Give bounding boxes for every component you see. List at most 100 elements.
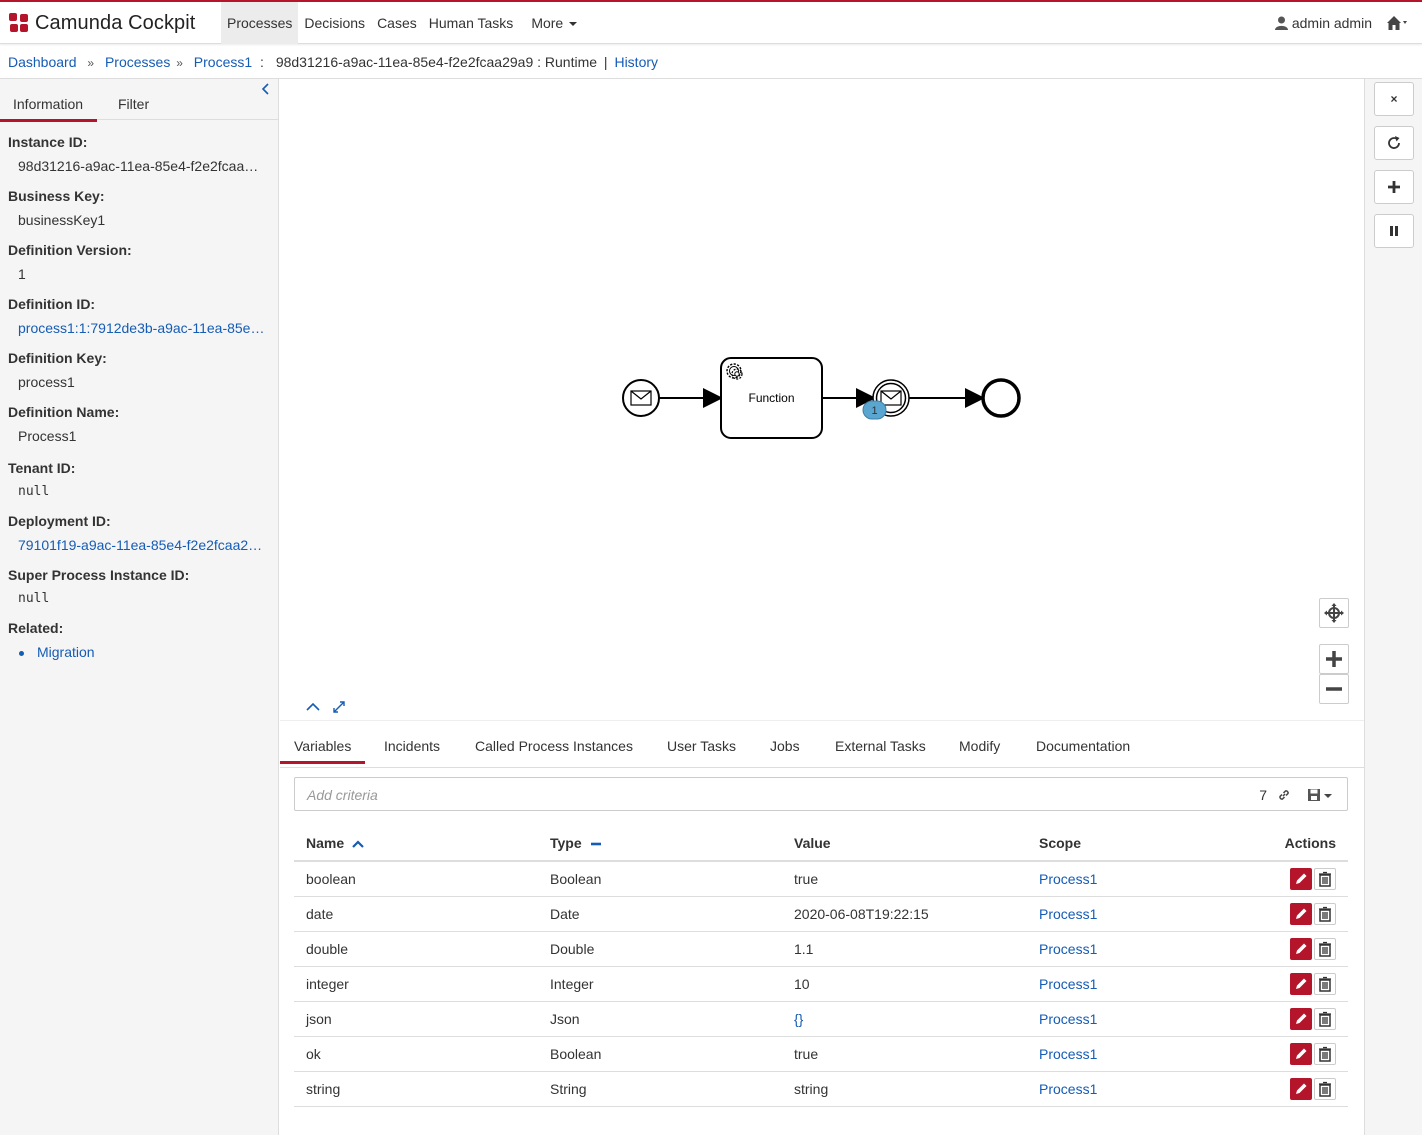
nav-decisions[interactable]: Decisions [298, 2, 371, 44]
pencil-icon [1296, 1048, 1307, 1059]
column-name[interactable]: Name [294, 826, 538, 862]
sort-asc-icon [352, 840, 364, 849]
tab-called-process-instances[interactable]: Called Process Instances [475, 738, 633, 754]
zoom-in-button[interactable] [1319, 644, 1349, 674]
variable-value: 1.1 [782, 931, 1027, 967]
breadcrumb-process[interactable]: Process1 [194, 54, 252, 70]
nav-human-tasks[interactable]: Human Tasks [423, 2, 520, 44]
variable-scope-link[interactable]: Process1 [1027, 896, 1227, 932]
nav-more-dropdown[interactable]: More [525, 2, 583, 44]
retry-button[interactable] [1374, 126, 1414, 160]
save-dropdown-icon[interactable] [1307, 788, 1333, 802]
reset-zoom-button[interactable] [1319, 598, 1349, 628]
nav-processes[interactable]: Processes [221, 2, 299, 44]
suspend-button[interactable] [1374, 214, 1414, 248]
brand[interactable]: Camunda Cockpit [9, 10, 195, 36]
row-actions [1227, 1001, 1348, 1037]
variable-search-input[interactable]: Add criteria 7 [294, 777, 1348, 811]
variable-scope-link[interactable]: Process1 [1027, 861, 1227, 897]
plus-icon [1326, 651, 1342, 667]
breadcrumb-colon: : [260, 54, 264, 70]
delete-button[interactable] [1314, 1042, 1336, 1065]
super-instance-value: null [18, 591, 50, 606]
variable-value: true [782, 1036, 1027, 1072]
column-type[interactable]: Type [538, 826, 782, 862]
tab-documentation[interactable]: Documentation [1036, 738, 1130, 754]
delete-button[interactable] [1314, 972, 1336, 995]
tab-jobs[interactable]: Jobs [770, 738, 800, 754]
tab-external-tasks[interactable]: External Tasks [835, 738, 926, 754]
table-row: string String string Process1 [294, 1071, 1348, 1107]
start-message-event[interactable] [622, 379, 660, 417]
variable-scope-link[interactable]: Process1 [1027, 931, 1227, 967]
variable-type: Json [538, 1001, 782, 1037]
definition-id-link[interactable]: process1:1:7912de3b-a9ac-11ea-85e4-f2e2f… [8, 320, 266, 336]
breadcrumb-history[interactable]: History [614, 54, 658, 70]
variable-name: ok [294, 1036, 538, 1072]
migration-link[interactable]: Migration [37, 644, 95, 660]
delete-button[interactable] [1314, 1007, 1336, 1030]
token-count: 1 [871, 405, 877, 417]
delete-button[interactable] [1314, 937, 1336, 960]
bpmn-canvas[interactable]: Function 1 [280, 79, 1364, 720]
edit-button[interactable] [1290, 972, 1312, 995]
end-event[interactable] [981, 378, 1021, 418]
user-menu[interactable]: admin admin [1274, 2, 1372, 44]
tab-filter[interactable]: Filter [118, 96, 149, 112]
delete-button[interactable] [1314, 902, 1336, 925]
trash-icon [1319, 1011, 1331, 1027]
table-header-row: Name Type Value Scope Actions [294, 826, 1348, 862]
breadcrumb-processes[interactable]: Processes [105, 54, 170, 70]
add-variable-button[interactable] [1374, 170, 1414, 204]
trash-icon [1319, 1046, 1331, 1062]
token-count-badge[interactable]: 1 [862, 400, 887, 420]
super-instance-label: Super Process Instance ID: [8, 567, 190, 583]
tab-variables[interactable]: Variables [280, 738, 366, 764]
tab-modify[interactable]: Modify [959, 738, 1000, 754]
tab-incidents[interactable]: Incidents [384, 738, 440, 754]
trash-icon [1319, 1081, 1331, 1097]
close-icon: × [1390, 92, 1398, 106]
tenant-id-label: Tenant ID: [8, 460, 76, 476]
edit-button[interactable] [1290, 1077, 1312, 1100]
tab-user-tasks[interactable]: User Tasks [667, 738, 736, 754]
pencil-icon [1296, 1083, 1307, 1094]
collapse-sidebar-icon[interactable] [261, 82, 271, 96]
app-title: Camunda Cockpit [35, 11, 196, 34]
cancel-instance-button[interactable]: × [1374, 82, 1414, 116]
variable-scope-link[interactable]: Process1 [1027, 1036, 1227, 1072]
variable-type: Boolean [538, 861, 782, 897]
main-nav: Processes Decisions Cases Human Tasks Mo… [221, 2, 583, 44]
business-key-value: businessKey1 [18, 212, 106, 228]
variable-scope-link[interactable]: Process1 [1027, 1001, 1227, 1037]
top-navbar: Camunda Cockpit Processes Decisions Case… [0, 0, 1422, 44]
chevron-up-icon[interactable] [306, 702, 320, 712]
edit-button[interactable] [1290, 937, 1312, 960]
nav-cases[interactable]: Cases [371, 2, 423, 44]
delete-button[interactable] [1314, 1077, 1336, 1100]
table-row: integer Integer 10 Process1 [294, 966, 1348, 1002]
variable-scope-link[interactable]: Process1 [1027, 966, 1227, 1002]
pencil-icon [1296, 1013, 1307, 1024]
expand-icon[interactable] [332, 700, 346, 714]
edit-button[interactable] [1290, 1007, 1312, 1030]
breadcrumb-dashboard[interactable]: Dashboard [8, 54, 77, 70]
edit-button[interactable] [1290, 867, 1312, 890]
table-row: ok Boolean true Process1 [294, 1036, 1348, 1072]
tab-information[interactable]: Information [0, 96, 98, 122]
link-icon[interactable] [1277, 788, 1291, 802]
variable-value[interactable]: {} [782, 1001, 1027, 1037]
column-type-label: Type [550, 835, 582, 851]
edit-button[interactable] [1290, 1042, 1312, 1065]
home-icon[interactable] [1386, 14, 1408, 32]
actions-toolbar: × [1364, 79, 1422, 1135]
edit-button[interactable] [1290, 902, 1312, 925]
variable-scope-link[interactable]: Process1 [1027, 1071, 1227, 1107]
service-task-function[interactable]: Function [720, 357, 823, 439]
deployment-id-link[interactable]: 79101f19-a9ac-11ea-85e4-f2e2fcaa29a9 [8, 537, 266, 553]
zoom-out-button[interactable] [1319, 674, 1349, 704]
delete-button[interactable] [1314, 867, 1336, 890]
definition-key-value: process1 [18, 374, 75, 390]
crosshair-icon [1324, 603, 1344, 623]
table-row: double Double 1.1 Process1 [294, 931, 1348, 967]
